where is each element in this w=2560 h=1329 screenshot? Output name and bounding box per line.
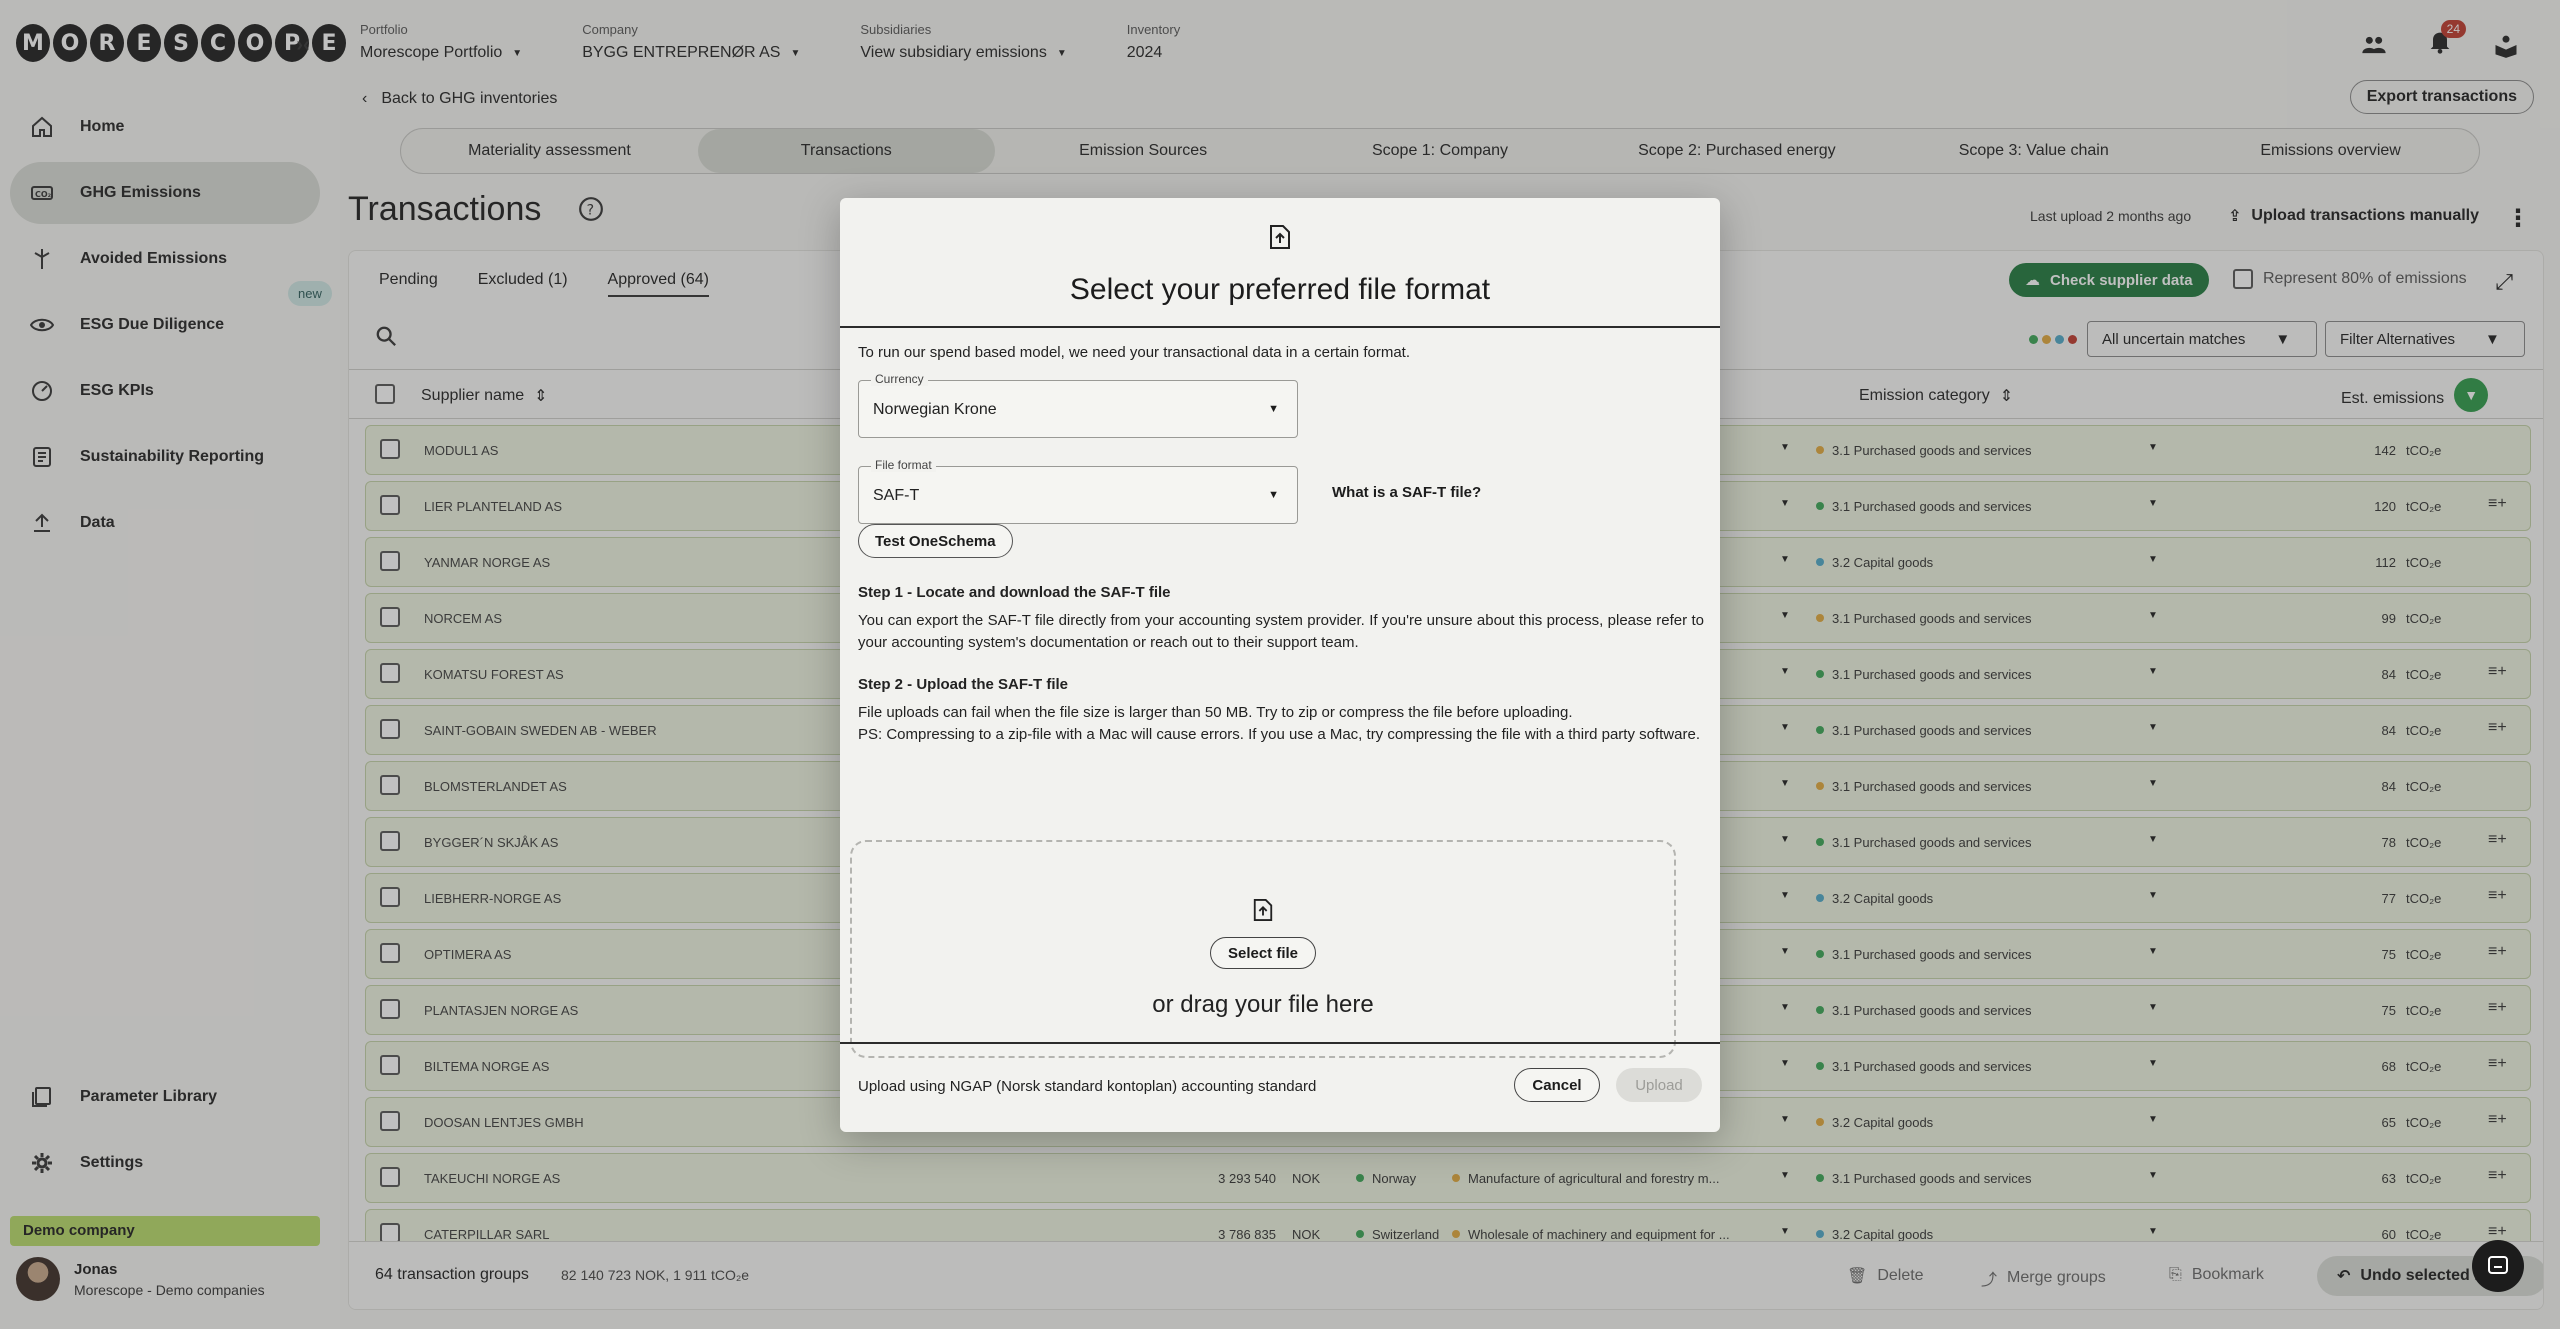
modal-footer: Upload using NGAP (Norsk standard kontop… [840, 1042, 1720, 1132]
modal-body: To run our spend based model, we need yo… [858, 344, 1704, 743]
drag-file-text: or drag your file here [1152, 991, 1374, 1018]
test-oneschema-button[interactable]: Test OneSchema [858, 524, 1013, 558]
ngap-upload-link[interactable]: Upload using NGAP (Norsk standard kontop… [858, 1078, 1316, 1095]
upload-button[interactable]: Upload [1616, 1068, 1702, 1102]
cancel-button[interactable]: Cancel [1514, 1068, 1600, 1102]
chat-icon [2488, 1256, 2508, 1274]
select-file-button[interactable]: Select file [1210, 937, 1316, 969]
modal-header: Select your preferred file format [840, 198, 1720, 328]
file-upload-icon [1253, 899, 1273, 921]
caret-down-icon: ▼ [1268, 403, 1279, 415]
file-upload-icon [1270, 225, 1290, 249]
file-dropzone[interactable]: Select file or drag your file here [850, 840, 1676, 1058]
caret-down-icon: ▼ [1268, 489, 1279, 501]
chat-support-button[interactable] [2472, 1240, 2524, 1292]
modal-title: Select your preferred file format [1069, 273, 1491, 306]
step-2: Step 2 - Upload the SAF-T file File uplo… [858, 676, 1700, 743]
file-format-modal: Select your preferred file format To run… [840, 198, 1720, 1132]
file-format-select[interactable]: File format SAF-T ▼ [858, 458, 1298, 524]
currency-select[interactable]: Currency Norwegian Krone ▼ [858, 372, 1298, 438]
modal-intro: To run our spend based model, we need yo… [858, 344, 1410, 361]
step-1: Step 1 - Locate and download the SAF-T f… [858, 584, 1704, 651]
what-is-saft-link[interactable]: What is a SAF-T file? [1332, 484, 1481, 501]
